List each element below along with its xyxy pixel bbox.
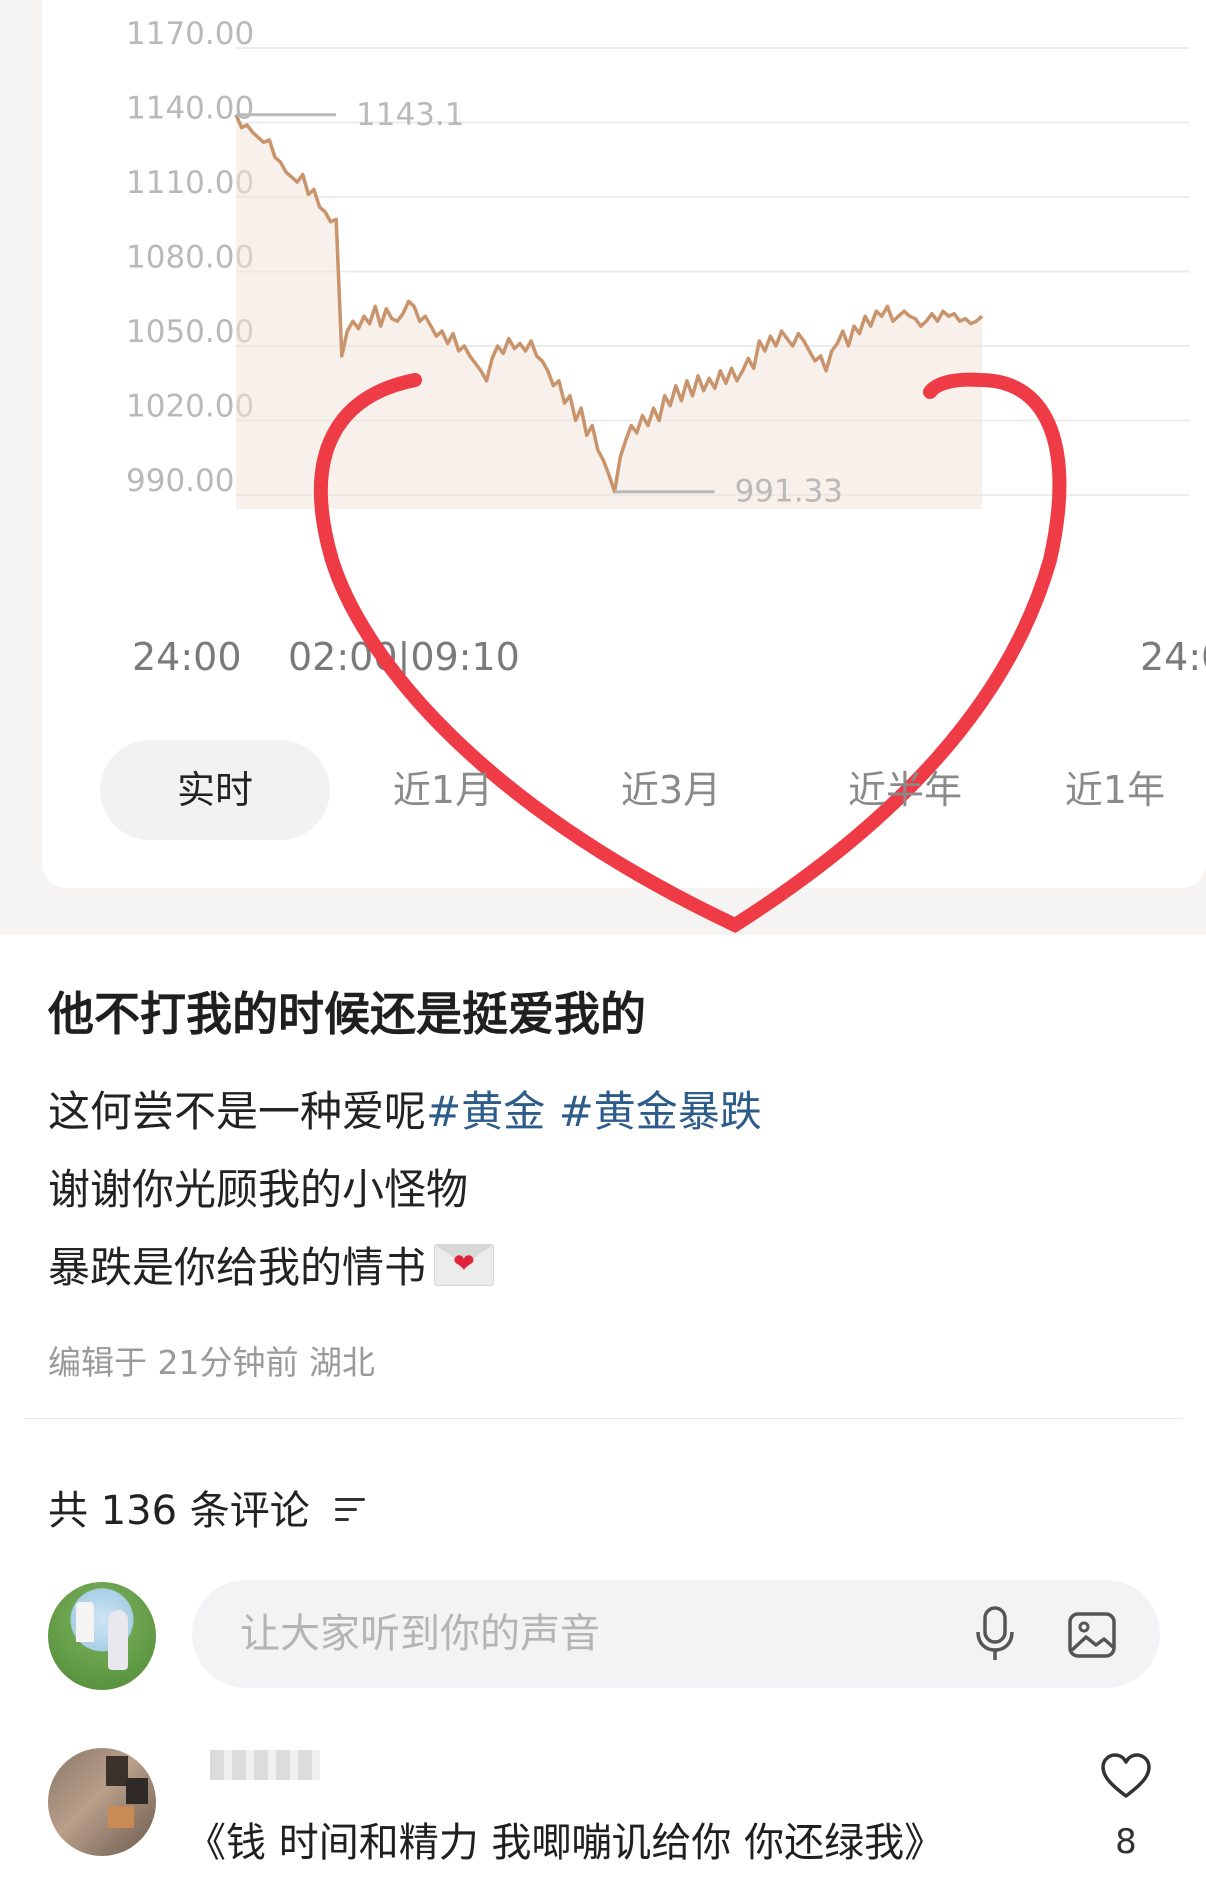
y-tick-label: 990.00	[126, 463, 234, 499]
post-body-line-1: 这何尝不是一种爱呢#黄金 #黄金暴跌	[48, 1078, 762, 1139]
time-range-tabs: 实时 近1月 近3月 近半年 近1年	[0, 740, 1206, 840]
post-meta: 编辑于 21分钟前 湖北	[48, 1343, 375, 1382]
tab-half-year[interactable]: 近半年	[790, 740, 1020, 840]
divider	[24, 1418, 1182, 1419]
tab-1-year[interactable]: 近1年	[1020, 740, 1206, 840]
price-area-fill	[236, 114, 982, 510]
commenter-avatar[interactable]	[48, 1748, 156, 1856]
x-axis-label: 02:00|09:10	[288, 635, 520, 680]
comment-text: 《钱 时间和精力 我唧嘣讥给你 你还绿我》	[186, 1820, 945, 1866]
y-axis-ticks: 1170.00 1140.00 1110.00 1080.00 1050.00 1020.…	[126, 16, 254, 499]
post-text: 暴跌是你给我的情书	[48, 1243, 427, 1292]
max-value-label: 1143.1	[356, 97, 464, 133]
post-text: 这何尝不是一种爱呢	[48, 1087, 427, 1136]
sort-icon[interactable]	[334, 1498, 365, 1522]
comment-count-header[interactable]: 共 136 条评论	[48, 1478, 365, 1536]
like-heart-icon[interactable]	[1100, 1752, 1152, 1800]
min-value-label: 991.33	[735, 474, 843, 510]
hashtag-gold[interactable]: #黄金	[426, 1087, 545, 1136]
tab-1-month[interactable]: 近1月	[328, 740, 558, 840]
post-body-line-3: 暴跌是你给我的情书💌❤	[48, 1234, 495, 1295]
comment-count: 共 136 条评论	[48, 1488, 310, 1534]
image-upload-icon[interactable]	[1068, 1612, 1116, 1658]
y-tick-label: 1080.00	[126, 240, 254, 276]
comment-input-placeholder: 让大家听到你的声音	[240, 1611, 600, 1657]
like-count: 8	[1115, 1822, 1137, 1862]
x-axis-label: 24:0	[1140, 635, 1206, 679]
post-body-line-2: 谢谢你光顾我的小怪物	[48, 1165, 469, 1214]
y-tick-label: 1140.00	[126, 91, 254, 127]
love-letter-emoji-icon: 💌❤	[434, 1244, 495, 1286]
my-avatar[interactable]	[48, 1582, 156, 1690]
y-tick-label: 1170.00	[126, 16, 254, 52]
comment-input[interactable]: 让大家听到你的声音	[192, 1580, 1160, 1688]
commenter-username[interactable]	[210, 1750, 320, 1780]
tab-realtime[interactable]: 实时	[100, 740, 330, 840]
tab-3-months[interactable]: 近3月	[556, 740, 786, 840]
y-tick-label: 1020.00	[126, 389, 254, 425]
x-axis-label: 24:00	[132, 635, 242, 679]
hashtag-gold-crash[interactable]: #黄金暴跌	[559, 1087, 762, 1136]
microphone-icon[interactable]	[974, 1606, 1016, 1662]
x-axis-labels: 24:00 02:00|09:10 24:0	[132, 635, 1206, 680]
y-tick-label: 1050.00	[126, 314, 254, 350]
post-title: 他不打我的时候还是挺爱我的	[48, 987, 646, 1041]
y-tick-label: 1110.00	[126, 165, 254, 201]
